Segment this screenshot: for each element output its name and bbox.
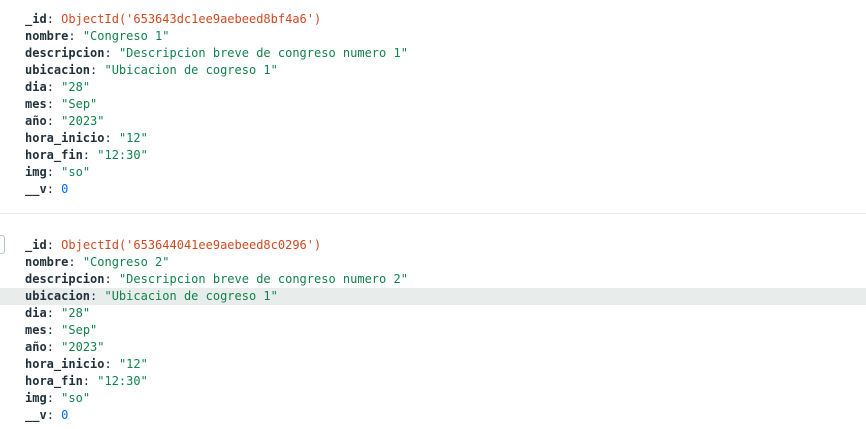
field-key: año — [25, 114, 47, 128]
field-row-img[interactable]: img: "so" — [0, 390, 866, 407]
field-row-v[interactable]: __v: 0 — [0, 407, 866, 424]
field-key: nombre — [25, 255, 69, 269]
field-row-descripcion[interactable]: descripcion: "Descripcion breve de congr… — [0, 271, 866, 288]
field-key: dia — [25, 80, 47, 94]
field-value[interactable]: "Sep" — [61, 97, 97, 111]
field-key: ubicacion — [25, 289, 91, 303]
field-row-img[interactable]: img: "so" — [0, 164, 866, 181]
field-key: img — [25, 165, 47, 179]
field-row-v[interactable]: __v: 0 — [0, 181, 866, 198]
field-value[interactable]: "Descripcion breve de congreso numero 1" — [119, 46, 408, 60]
field-row-ubicacion-hovered[interactable]: ubicacion: "Ubicacion de cogreso 1" — [0, 288, 866, 305]
field-value[interactable]: "28" — [61, 306, 90, 320]
field-value[interactable]: "12:30" — [97, 374, 148, 388]
field-row-mes[interactable]: mes: "Sep" — [0, 96, 866, 113]
document-divider — [0, 213, 866, 214]
field-value[interactable]: "Descripcion breve de congreso numero 2" — [119, 272, 408, 286]
field-key: __v — [25, 182, 47, 196]
field-value[interactable]: "28" — [61, 80, 90, 94]
field-value[interactable]: "12:30" — [97, 148, 148, 162]
field-key: _id — [25, 238, 47, 252]
document-card-1[interactable]: _id: ObjectId('653643dc1ee9aebeed8bf4a6'… — [0, 11, 866, 198]
field-value[interactable]: "Ubicacion de cogreso 1" — [104, 63, 277, 77]
field-row-nombre[interactable]: nombre: "Congreso 1" — [0, 28, 866, 45]
field-key: nombre — [25, 29, 69, 43]
field-key: _id — [25, 12, 47, 26]
field-value[interactable]: "2023" — [61, 340, 104, 354]
field-value[interactable]: ObjectId('653644041ee9aebeed8c0296') — [61, 238, 321, 252]
field-key: dia — [25, 306, 47, 320]
field-key: hora_fin — [25, 374, 83, 388]
field-key: hora_inicio — [25, 357, 105, 371]
field-row-id[interactable]: _id: ObjectId('653644041ee9aebeed8c0296'… — [0, 237, 866, 254]
field-key: img — [25, 391, 47, 405]
field-value[interactable]: "Congreso 1" — [83, 29, 170, 43]
field-key: descripcion — [25, 272, 105, 286]
field-key: ubicacion — [25, 63, 91, 77]
field-row-hora-fin[interactable]: hora_fin: "12:30" — [0, 147, 866, 164]
field-value[interactable]: "2023" — [61, 114, 104, 128]
field-key: mes — [25, 97, 47, 111]
field-key: mes — [25, 323, 47, 337]
field-value[interactable]: "Ubicacion de cogreso 1" — [104, 289, 277, 303]
field-row-anio[interactable]: año: "2023" — [0, 113, 866, 130]
field-key: año — [25, 340, 47, 354]
field-key: __v — [25, 408, 47, 422]
field-row-anio[interactable]: año: "2023" — [0, 339, 866, 356]
field-row-ubicacion[interactable]: ubicacion: "Ubicacion de cogreso 1" — [0, 62, 866, 79]
field-value[interactable]: ObjectId('653643dc1ee9aebeed8bf4a6') — [61, 12, 321, 26]
field-value[interactable]: "12" — [119, 357, 148, 371]
field-value[interactable]: "12" — [119, 131, 148, 145]
field-value[interactable]: 0 — [61, 408, 68, 422]
field-value[interactable]: 0 — [61, 182, 68, 196]
field-row-dia[interactable]: dia: "28" — [0, 305, 866, 322]
document-card-2[interactable]: _id: ObjectId('653644041ee9aebeed8c0296'… — [0, 237, 866, 424]
field-row-nombre[interactable]: nombre: "Congreso 2" — [0, 254, 866, 271]
field-value[interactable]: "so" — [61, 391, 90, 405]
field-key: hora_inicio — [25, 131, 105, 145]
field-row-mes[interactable]: mes: "Sep" — [0, 322, 866, 339]
field-key: descripcion — [25, 46, 105, 60]
field-value[interactable]: "Sep" — [61, 323, 97, 337]
field-row-dia[interactable]: dia: "28" — [0, 79, 866, 96]
field-row-descripcion[interactable]: descripcion: "Descripcion breve de congr… — [0, 45, 866, 62]
field-value[interactable]: "so" — [61, 165, 90, 179]
field-row-hora-fin[interactable]: hora_fin: "12:30" — [0, 373, 866, 390]
field-value[interactable]: "Congreso 2" — [83, 255, 170, 269]
field-row-hora-inicio[interactable]: hora_inicio: "12" — [0, 356, 866, 373]
field-key: hora_fin — [25, 148, 83, 162]
field-row-hora-inicio[interactable]: hora_inicio: "12" — [0, 130, 866, 147]
field-row-id[interactable]: _id: ObjectId('653643dc1ee9aebeed8bf4a6'… — [0, 11, 866, 28]
